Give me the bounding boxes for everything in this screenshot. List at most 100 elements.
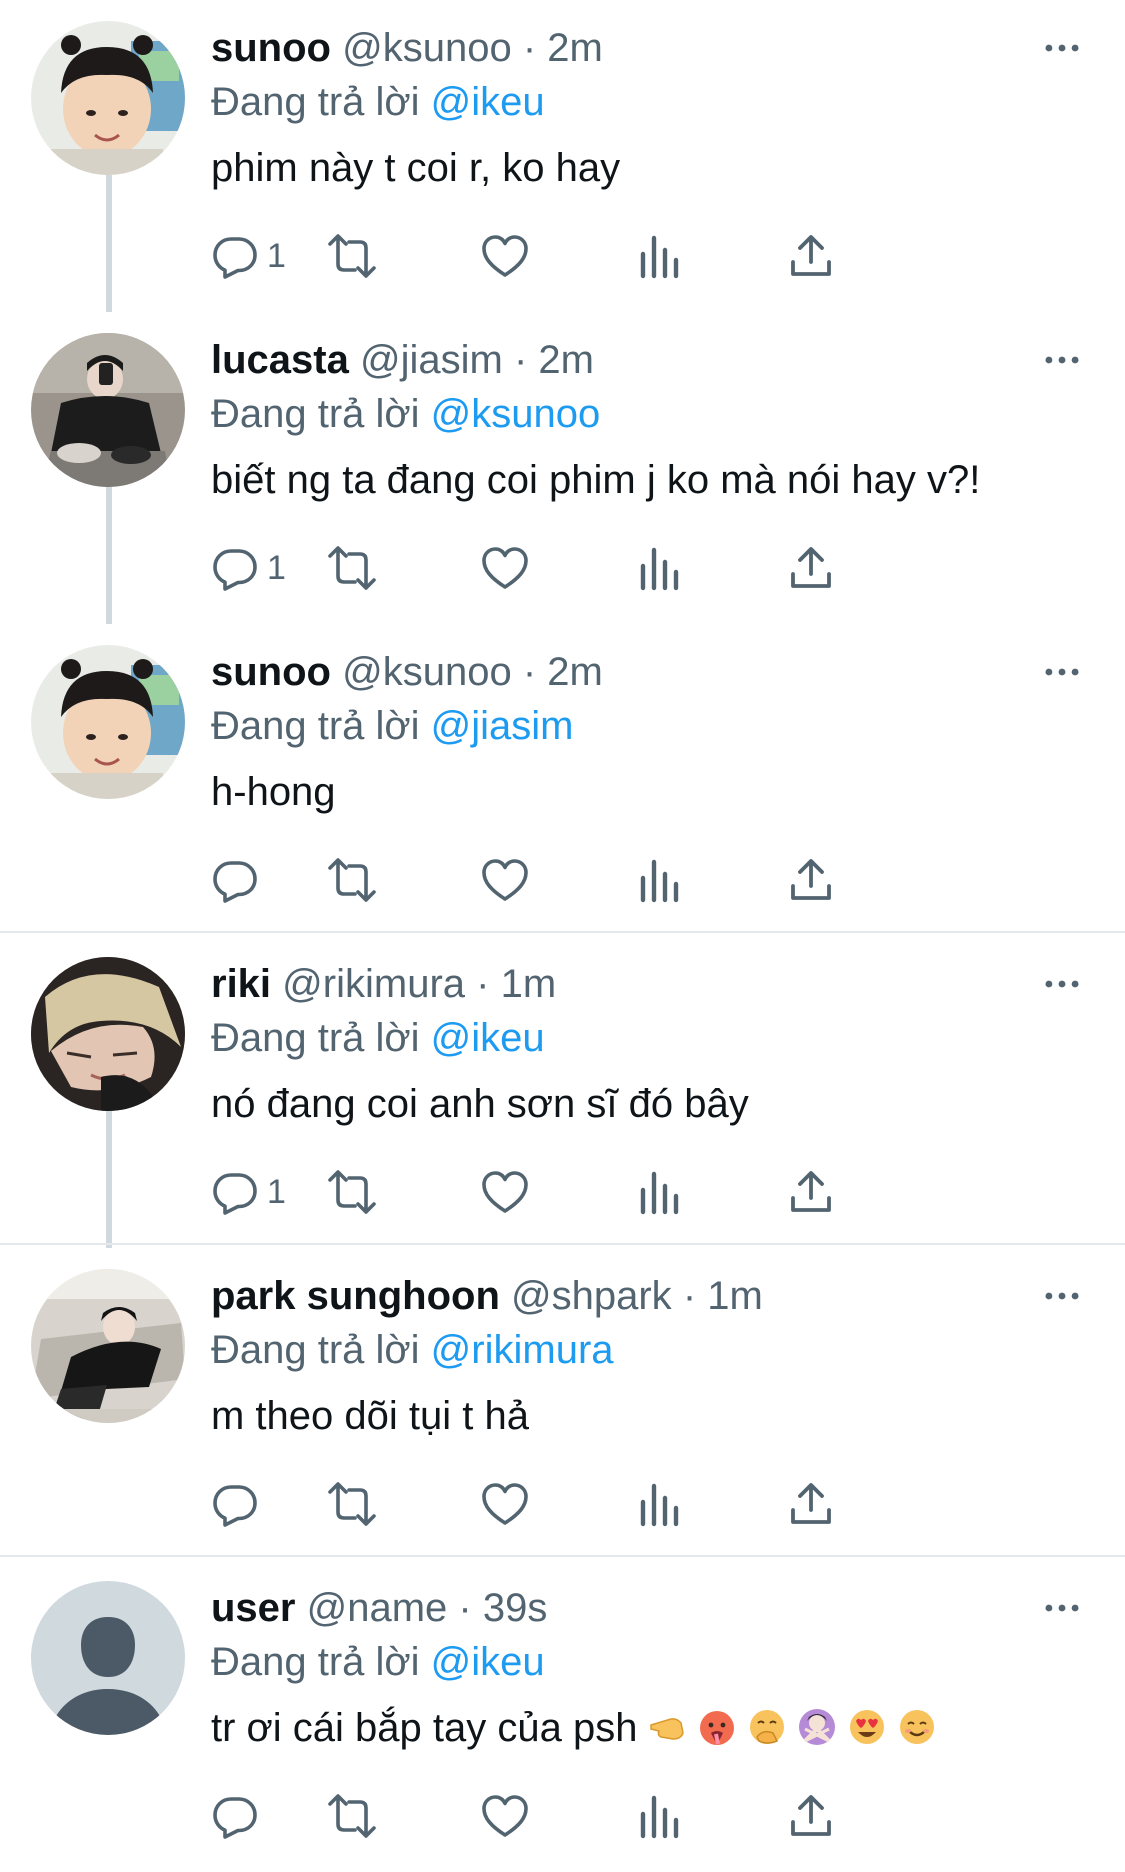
- reply-button[interactable]: 1: [211, 540, 286, 596]
- avatar[interactable]: [31, 1581, 185, 1735]
- tweet[interactable]: lucasta @jiasim · 2m Đang trả lời @ksuno…: [0, 312, 1125, 624]
- tweet-text: phim này t coi r, ko hay: [211, 140, 620, 196]
- views-button[interactable]: [635, 1476, 683, 1532]
- user-handle[interactable]: @ksunoo: [342, 650, 512, 694]
- timestamp[interactable]: 39s: [483, 1586, 548, 1630]
- share-button[interactable]: [787, 540, 835, 596]
- emoji-row: [637, 1706, 937, 1750]
- user-handle[interactable]: @name: [307, 1586, 448, 1630]
- avatar[interactable]: [31, 1269, 185, 1423]
- views-icon: [640, 1483, 679, 1527]
- tweet-text: h-hong: [211, 764, 336, 820]
- replying-prefix: Đang trả lời: [211, 704, 420, 748]
- separator-dot: ·: [682, 1274, 697, 1318]
- thread-line: [106, 175, 112, 312]
- avatar[interactable]: [31, 957, 185, 1111]
- tweet-header: sunoo @ksunoo · 2m: [211, 20, 603, 76]
- views-button[interactable]: [635, 228, 683, 284]
- thread-divider: [0, 1243, 1125, 1245]
- reply-button[interactable]: [211, 1788, 267, 1844]
- more-icon[interactable]: [1040, 1278, 1084, 1314]
- like-button[interactable]: [481, 1164, 529, 1220]
- user-handle[interactable]: @jiasim: [360, 338, 503, 382]
- views-button[interactable]: [635, 540, 683, 596]
- like-button[interactable]: [481, 1476, 529, 1532]
- views-button[interactable]: [635, 852, 683, 908]
- tweet[interactable]: user @name · 39s Đang trả lời @ikeu tr ơ…: [0, 1560, 1125, 1872]
- reply-icon: [213, 861, 257, 903]
- share-button[interactable]: [787, 1788, 835, 1844]
- share-button[interactable]: [787, 1164, 835, 1220]
- display-name[interactable]: lucasta: [211, 338, 349, 382]
- retweet-button[interactable]: [328, 228, 376, 284]
- like-button[interactable]: [481, 1788, 529, 1844]
- avatar[interactable]: [31, 645, 185, 799]
- views-button[interactable]: [635, 1164, 683, 1220]
- share-icon: [791, 859, 831, 900]
- thread-divider: [0, 931, 1125, 933]
- reply-button[interactable]: [211, 852, 267, 908]
- timestamp[interactable]: 1m: [707, 1274, 763, 1318]
- retweet-button[interactable]: [328, 852, 376, 908]
- replying-prefix: Đang trả lời: [211, 392, 420, 436]
- views-button[interactable]: [635, 1788, 683, 1844]
- like-button[interactable]: [481, 228, 529, 284]
- tweet[interactable]: park sunghoon @shpark · 1m Đang trả lời …: [0, 1248, 1125, 1560]
- avatar[interactable]: [31, 333, 185, 487]
- tweet-text-content: h-hong: [211, 770, 336, 814]
- reply-count: 1: [267, 236, 286, 275]
- display-name[interactable]: park sunghoon: [211, 1274, 500, 1318]
- views-icon: [640, 547, 679, 591]
- share-button[interactable]: [787, 852, 835, 908]
- timestamp[interactable]: 2m: [538, 338, 594, 382]
- timestamp[interactable]: 2m: [547, 650, 603, 694]
- more-icon[interactable]: [1040, 966, 1084, 1002]
- like-button[interactable]: [481, 852, 529, 908]
- tweet-header: riki @rikimura · 1m: [211, 956, 556, 1012]
- tweet[interactable]: sunoo @ksunoo · 2m Đang trả lời @jiasim …: [0, 624, 1125, 936]
- display-name[interactable]: riki: [211, 962, 271, 1006]
- timestamp[interactable]: 1m: [501, 962, 557, 1006]
- mention-link[interactable]: @jiasim: [431, 704, 574, 748]
- user-handle[interactable]: @shpark: [511, 1274, 672, 1318]
- more-icon[interactable]: [1040, 654, 1084, 690]
- thread-divider: [0, 1555, 1125, 1557]
- user-handle[interactable]: @rikimura: [282, 962, 465, 1006]
- tweet[interactable]: sunoo @ksunoo · 2m Đang trả lời @ikeu ph…: [0, 0, 1125, 312]
- more-icon[interactable]: [1040, 30, 1084, 66]
- mention-link[interactable]: @ikeu: [431, 1016, 545, 1060]
- share-button[interactable]: [787, 228, 835, 284]
- retweet-button[interactable]: [328, 540, 376, 596]
- mention-link[interactable]: @ikeu: [431, 1640, 545, 1684]
- user-handle[interactable]: @ksunoo: [342, 26, 512, 70]
- hot-face-emoji: [700, 1711, 735, 1745]
- action-bar: [211, 1476, 1031, 1532]
- separator-dot: ·: [458, 1586, 472, 1630]
- tweet[interactable]: riki @rikimura · 1m Đang trả lời @ikeu n…: [0, 936, 1125, 1248]
- share-icon: [791, 1171, 831, 1212]
- display-name[interactable]: sunoo: [211, 650, 331, 694]
- retweet-button[interactable]: [328, 1164, 376, 1220]
- mention-link[interactable]: @ksunoo: [431, 392, 601, 436]
- mention-link[interactable]: @rikimura: [431, 1328, 614, 1372]
- more-icon[interactable]: [1040, 342, 1084, 378]
- tweet-text: nó đang coi anh sơn sĩ đó bây: [211, 1076, 749, 1132]
- retweet-button[interactable]: [328, 1476, 376, 1532]
- share-button[interactable]: [787, 1476, 835, 1532]
- display-name[interactable]: user: [211, 1586, 296, 1630]
- retweet-icon: [328, 546, 376, 590]
- avatar[interactable]: [31, 21, 185, 175]
- reply-button[interactable]: 1: [211, 1164, 286, 1220]
- retweet-button[interactable]: [328, 1788, 376, 1844]
- timestamp[interactable]: 2m: [547, 26, 603, 70]
- retweet-icon: [328, 858, 376, 902]
- display-name[interactable]: sunoo: [211, 26, 331, 70]
- tweet-text-content: nó đang coi anh sơn sĩ đó bây: [211, 1082, 749, 1126]
- reply-button[interactable]: [211, 1476, 267, 1532]
- reply-icon: [213, 549, 257, 591]
- action-bar: [211, 852, 1031, 908]
- reply-button[interactable]: 1: [211, 228, 286, 284]
- like-button[interactable]: [481, 540, 529, 596]
- more-icon[interactable]: [1040, 1590, 1084, 1626]
- mention-link[interactable]: @ikeu: [431, 80, 545, 124]
